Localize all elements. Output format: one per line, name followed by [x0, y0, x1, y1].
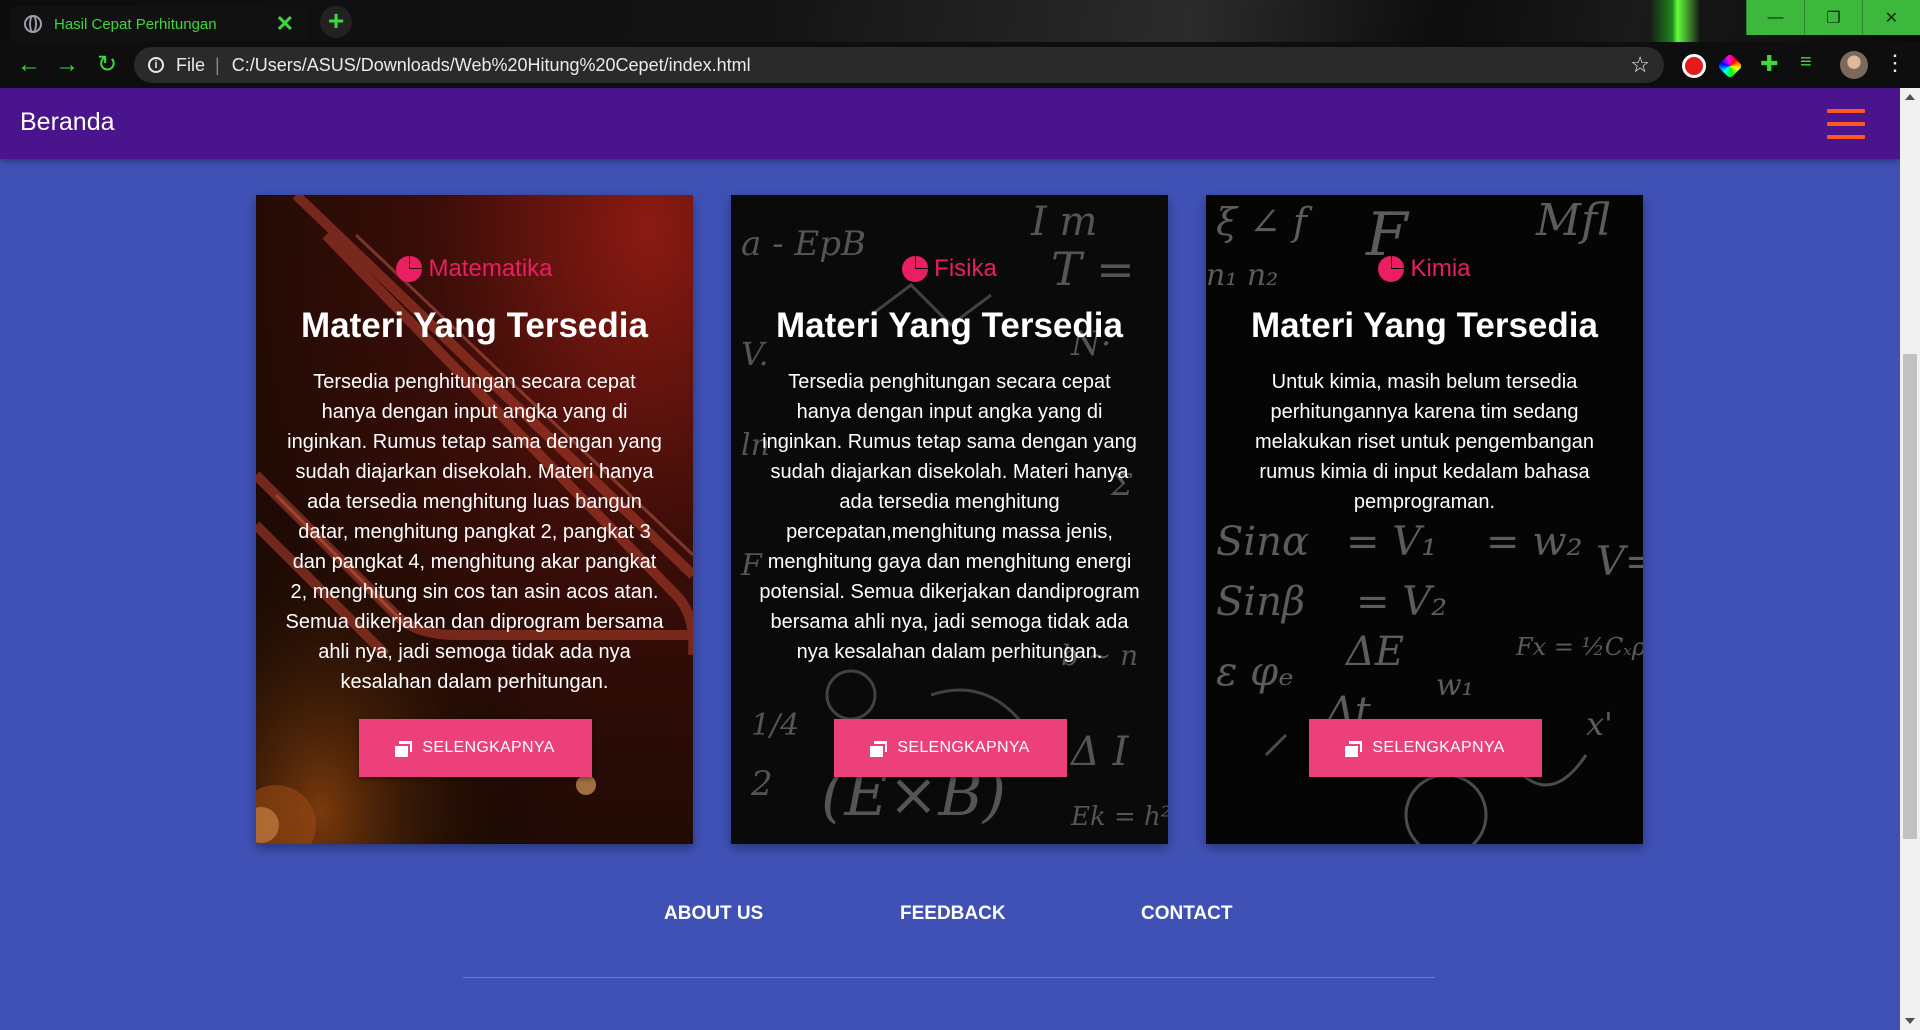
page-viewport: Beranda Matematika Materi Yang Tersedia … — [0, 88, 1900, 1030]
titlebar-glow — [1650, 0, 1700, 42]
scroll-up-arrow-icon[interactable] — [1905, 94, 1915, 100]
card-description: Tersedia penghitungan secara cepat hanya… — [285, 371, 664, 693]
browser-tab[interactable]: Hasil Cepat Perhitungan ✕ — [10, 6, 308, 42]
card-heading: Materi Yang Tersedia — [1251, 306, 1598, 345]
card-subject-label: Matematika — [428, 255, 553, 282]
reading-list-icon[interactable]: ≡ — [1800, 51, 1824, 75]
card-subject: Matematika — [284, 255, 665, 283]
footer-link-about-us[interactable]: ABOUT US — [664, 903, 763, 925]
selengkapnya-button[interactable]: SELENGKAPNYA — [359, 719, 592, 777]
card-heading: Materi Yang Tersedia — [776, 306, 1123, 345]
scroll-down-arrow-icon[interactable] — [1905, 1018, 1915, 1024]
library-icon — [395, 741, 413, 757]
restore-button[interactable]: ❐ — [1804, 0, 1862, 35]
hamburger-menu-icon[interactable] — [1827, 109, 1865, 139]
reload-icon[interactable]: ↻ — [92, 50, 122, 80]
card-description: Untuk kimia, masih belum tersedia perhit… — [1254, 371, 1595, 513]
extensions-puzzle-icon[interactable]: ✚ — [1760, 51, 1784, 76]
minimize-button[interactable]: — — [1746, 0, 1804, 35]
button-label: SELENGKAPNYA — [897, 739, 1030, 756]
info-icon[interactable]: i — [148, 57, 164, 73]
selengkapnya-button[interactable]: SELENGKAPNYA — [834, 719, 1067, 777]
card-subject-label: Kimia — [1410, 255, 1471, 282]
pie-chart-icon — [902, 256, 929, 282]
card-kimia: ξ ∠ f F Mfl n₁ n₂ Sinα = V₁ Sinβ = V₂ = … — [1206, 195, 1643, 844]
browser-toolbar: ← → ↻ i File | C:/Users/ASUS/Downloads/W… — [0, 42, 1920, 88]
library-icon — [870, 741, 888, 757]
button-label: SELENGKAPNYA — [422, 739, 555, 756]
card-subject-label: Fisika — [934, 255, 997, 282]
card-subject: Kimia — [1234, 255, 1615, 283]
globe-icon — [24, 15, 42, 33]
footer-link-feedback[interactable]: FEEDBACK — [900, 903, 1006, 925]
top-navbar: Beranda — [0, 88, 1900, 159]
card-description: Tersedia penghitungan secara cepat hanya… — [759, 371, 1140, 663]
button-label: SELENGKAPNYA — [1372, 739, 1505, 756]
footer-divider — [463, 977, 1435, 978]
footer-link-contact[interactable]: CONTACT — [1141, 903, 1232, 925]
tab-close-icon[interactable]: ✕ — [276, 11, 294, 37]
brand-link[interactable]: Beranda — [20, 108, 115, 137]
library-icon — [1345, 741, 1363, 757]
url-scheme: File — [176, 54, 206, 75]
page-scrollbar[interactable] — [1900, 88, 1920, 1030]
window-controls: — ❐ ✕ — [1746, 0, 1920, 35]
selengkapnya-button[interactable]: SELENGKAPNYA — [1309, 719, 1542, 777]
close-window-button[interactable]: ✕ — [1862, 0, 1920, 35]
browser-menu-icon[interactable]: ⋮ — [1884, 50, 1906, 75]
color-extension-icon[interactable] — [1717, 53, 1743, 79]
browser-titlebar: Hasil Cepat Perhitungan ✕ + — ❐ ✕ — [0, 0, 1920, 42]
forward-arrow-icon[interactable]: → — [52, 50, 82, 80]
bookmark-star-icon[interactable]: ☆ — [1630, 52, 1650, 78]
address-bar[interactable]: i File | C:/Users/ASUS/Downloads/Web%20H… — [134, 47, 1664, 83]
adblock-extension-icon[interactable] — [1682, 54, 1706, 78]
url-text[interactable]: C:/Users/ASUS/Downloads/Web%20Hitung%20C… — [232, 55, 1631, 76]
url-separator: | — [215, 54, 220, 75]
card-fisika: a - EpB I m T = V. N· ln Σ F 1/4 2 (E×B)… — [731, 195, 1168, 844]
card-heading: Materi Yang Tersedia — [301, 306, 648, 345]
pie-chart-icon — [1378, 256, 1405, 282]
scrollbar-thumb[interactable] — [1903, 354, 1917, 839]
footer-links: ABOUT US FEEDBACK CONTACT — [0, 903, 1900, 933]
new-tab-button[interactable]: + — [320, 6, 352, 38]
card-subject: Fisika — [759, 255, 1140, 283]
profile-avatar[interactable] — [1840, 51, 1868, 79]
tab-title: Hasil Cepat Perhitungan — [54, 15, 217, 33]
pie-chart-icon — [396, 256, 423, 282]
back-arrow-icon[interactable]: ← — [14, 50, 44, 80]
card-matematika: Matematika Materi Yang Tersedia Tersedia… — [256, 195, 693, 844]
